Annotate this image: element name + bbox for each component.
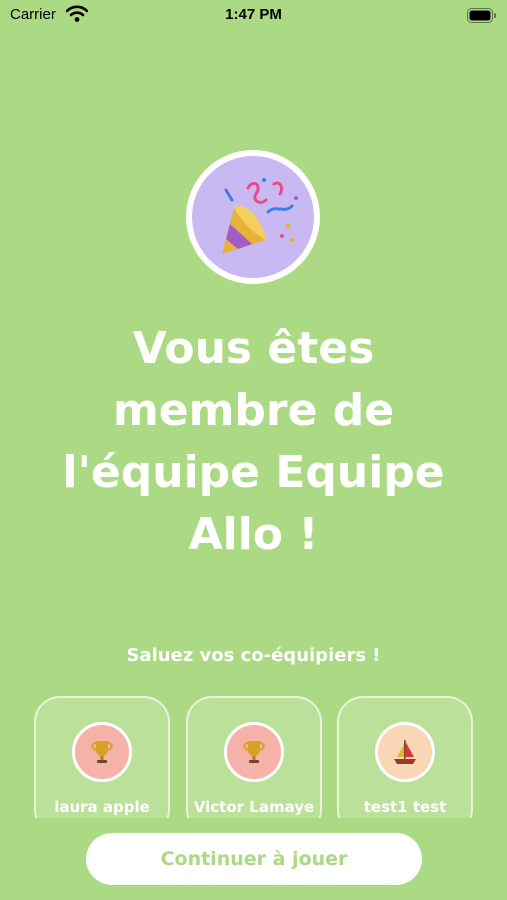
teammates-list: laura apple Victor Lamaye test1 test xyxy=(34,696,474,818)
title-line: Vous êtes xyxy=(132,323,375,374)
avatar xyxy=(72,722,132,782)
party-popper-icon xyxy=(222,178,298,254)
avatar xyxy=(375,722,435,782)
sailboat-icon xyxy=(394,740,416,764)
teammate-name: test1 test xyxy=(363,798,447,816)
trophy-icon xyxy=(243,741,265,763)
continue-button[interactable]: Continuer à jouer xyxy=(86,833,422,885)
team-emblem-background xyxy=(192,156,314,278)
confirmation-title: Vous êtes membre de l'équipe Equipe Allo… xyxy=(40,318,467,566)
title-line: membre de xyxy=(112,385,395,436)
avatar xyxy=(224,722,284,782)
title-line: l'équipe Equipe xyxy=(62,447,445,498)
clock: 1:47 PM xyxy=(225,6,282,23)
teammate-name: laura apple xyxy=(54,798,150,816)
trophy-icon xyxy=(91,741,113,763)
battery-icon xyxy=(467,8,496,23)
team-emblem xyxy=(186,150,320,284)
teammate-name: Victor Lamaye xyxy=(193,798,315,816)
teammate-card[interactable]: test1 test xyxy=(337,696,473,818)
teammates-subtitle: Saluez vos co-équipiers ! xyxy=(126,645,381,666)
title-line: Allo ! xyxy=(188,509,319,560)
teammate-card[interactable]: laura apple xyxy=(34,696,170,818)
status-bar: Carrier 1:47 PM xyxy=(0,0,507,30)
teammate-card[interactable]: Victor Lamaye xyxy=(186,696,322,818)
